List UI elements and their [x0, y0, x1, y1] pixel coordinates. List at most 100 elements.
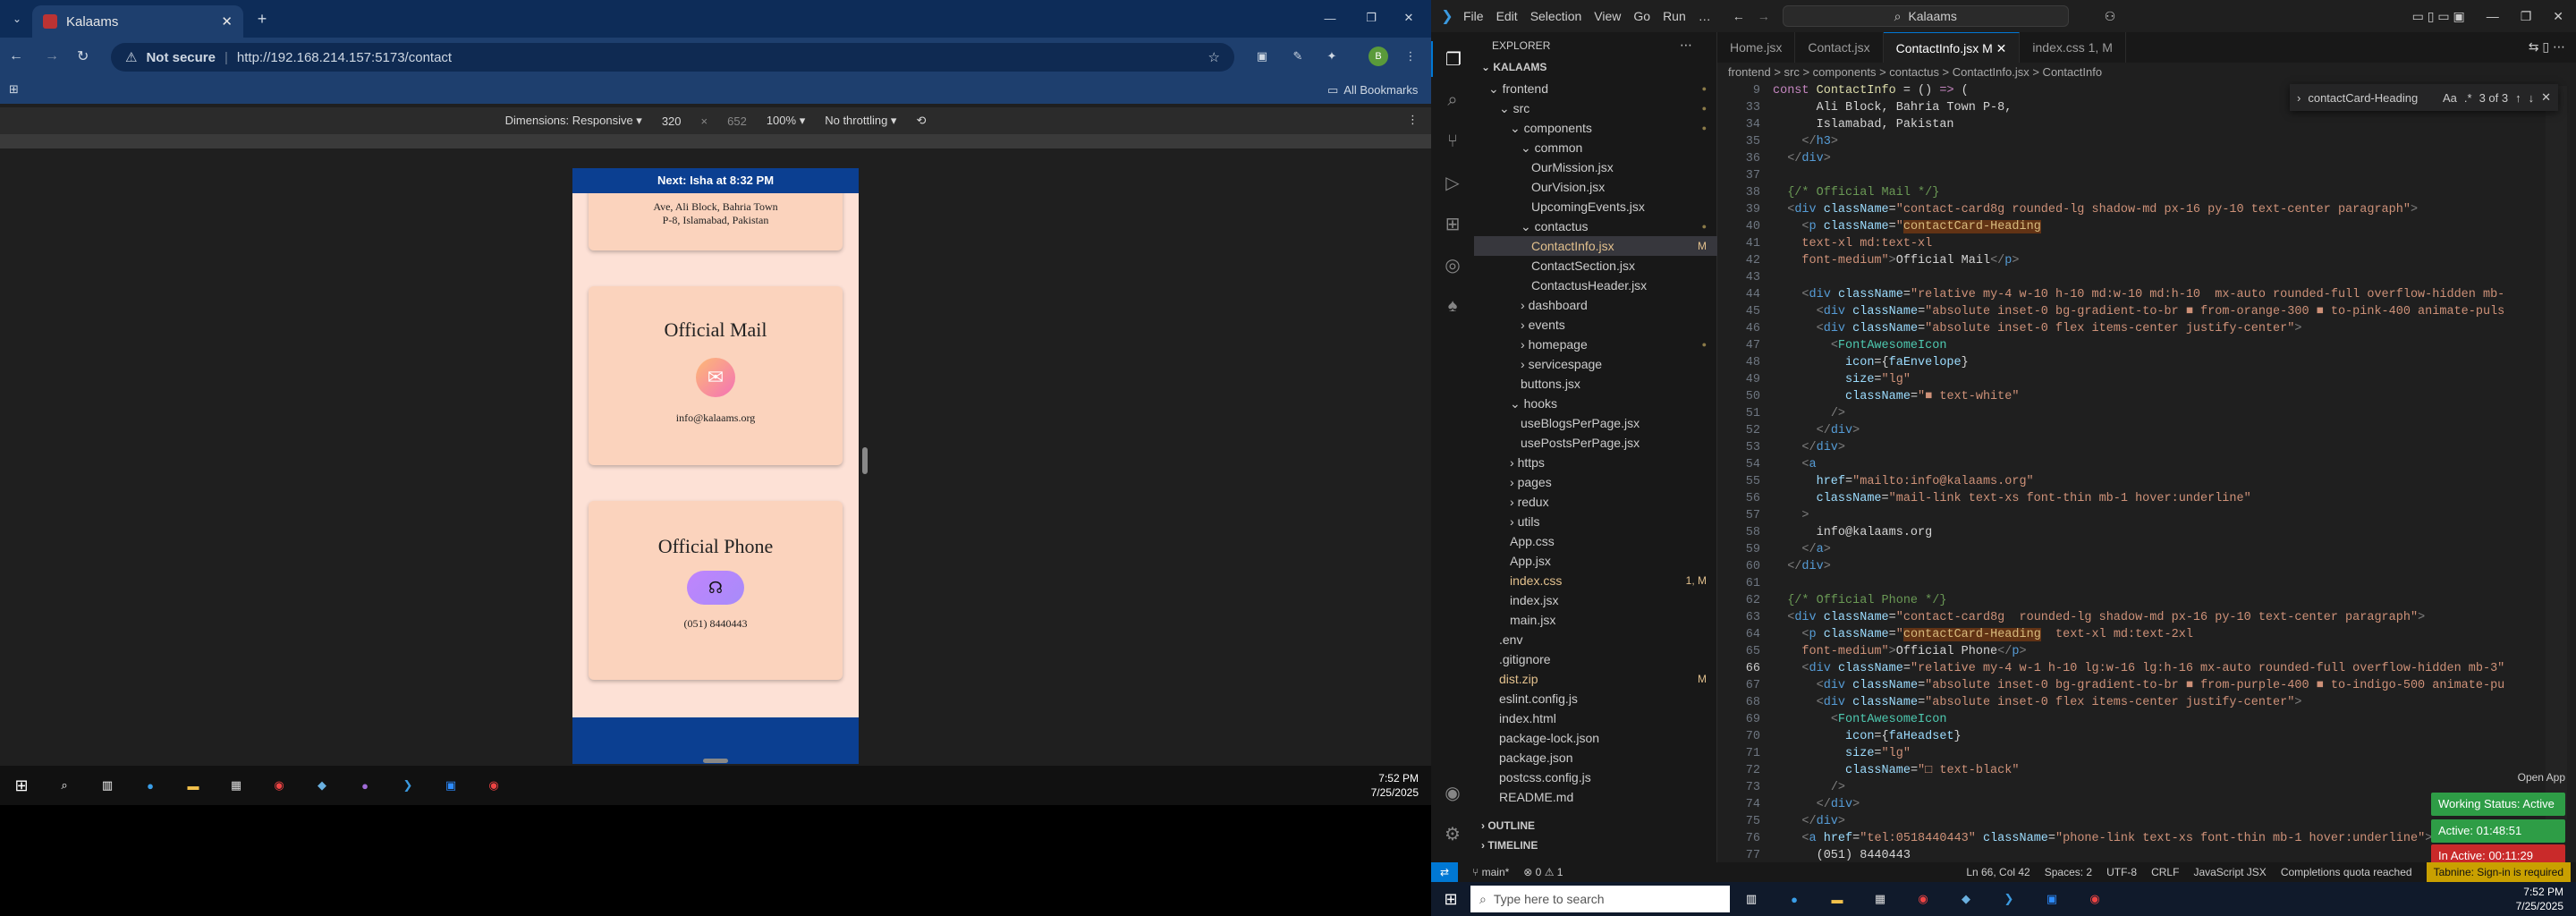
menu-6[interactable]: …	[1699, 9, 1711, 23]
app-icon[interactable]: ◆	[1945, 892, 1987, 906]
code-line[interactable]: <p className="contactCard-Heading	[1773, 220, 2041, 233]
tree-item[interactable]: › pages	[1474, 472, 1717, 492]
back-icon[interactable]: ←	[9, 48, 23, 64]
code-line[interactable]: <div className="absolute inset-0 flex it…	[1773, 696, 2302, 709]
branch-status[interactable]: ⑂ main*	[1472, 866, 1509, 878]
tree-item[interactable]: App.css	[1474, 531, 1717, 551]
account-icon[interactable]: ◉	[1431, 775, 1474, 810]
code-line[interactable]: <a	[1773, 458, 1816, 471]
app-icon[interactable]: ◆	[301, 778, 343, 793]
find-expand-icon[interactable]: ›	[2297, 91, 2301, 105]
explorer-icon[interactable]: ❐	[1431, 41, 1474, 77]
minimize-icon[interactable]: —	[1318, 7, 1342, 29]
tree-item[interactable]: .gitignore	[1474, 649, 1717, 669]
menu-5[interactable]: Run	[1663, 9, 1686, 23]
maximize-icon[interactable]: ❐	[1360, 7, 1383, 29]
close-tab-icon[interactable]: ✕	[221, 13, 233, 30]
reload-icon[interactable]: ↻	[77, 47, 89, 65]
code-line[interactable]: </div>	[1773, 798, 1860, 811]
menu-3[interactable]: View	[1594, 9, 1621, 23]
run-debug-icon[interactable]: ▷	[1431, 165, 1474, 200]
profile-avatar[interactable]: B	[1368, 47, 1388, 66]
address-bar[interactable]: ⚠ Not secure | http://192.168.214.157:51…	[111, 43, 1234, 72]
code-line[interactable]: <div className="relative my-4 w-10 h-10 …	[1773, 288, 2504, 301]
device-menu-icon[interactable]: ⋮	[1407, 113, 1419, 127]
zoom-icon[interactable]: ▣	[429, 778, 472, 793]
forward-icon[interactable]: →	[45, 48, 59, 64]
resize-handle-bottom[interactable]	[703, 759, 728, 763]
find-input[interactable]: contactCard-Heading	[2308, 91, 2436, 105]
tree-item[interactable]: index.html	[1474, 708, 1717, 728]
tree-item[interactable]: main.jsx	[1474, 610, 1717, 630]
code-line[interactable]: (051) 8440443	[1773, 849, 1911, 862]
find-close-icon[interactable]: ✕	[2541, 90, 2551, 105]
problems-status[interactable]: ⊗ 0 ⚠ 1	[1523, 866, 1563, 878]
tree-item[interactable]: App.jsx	[1474, 551, 1717, 571]
github-icon[interactable]: ●	[343, 779, 386, 793]
code-editor[interactable]: 9 const ContactInfo = () => (33 Ali Block…	[1717, 82, 2576, 862]
line-ending[interactable]: CRLF	[2151, 866, 2179, 878]
copilot-icon[interactable]: ⚇	[2105, 9, 2116, 24]
code-line[interactable]: >	[1773, 509, 1809, 522]
tree-item[interactable]: › https	[1474, 453, 1717, 472]
clock-right[interactable]: 7:52 PM 7/25/2025	[2516, 885, 2563, 913]
github-icon[interactable]: ◎	[1431, 247, 1474, 283]
tree-item[interactable]: README.md	[1474, 787, 1717, 807]
code-line[interactable]: <a href="tel:0518440443" className="phon…	[1773, 832, 2432, 845]
browser-tab[interactable]: Kalaams ✕	[32, 5, 243, 38]
dimensions-dropdown[interactable]: Dimensions: Responsive ▾	[505, 114, 642, 128]
height-input[interactable]: 652	[727, 114, 747, 128]
menu-1[interactable]: Edit	[1496, 9, 1518, 23]
tree-item[interactable]: › redux	[1474, 492, 1717, 512]
mail-link[interactable]: info@kalaams.org	[589, 411, 843, 425]
store-icon[interactable]: ▦	[215, 778, 258, 793]
code-line[interactable]: {/* Official Mail */}	[1773, 186, 1939, 199]
minimize-icon[interactable]: —	[2487, 9, 2499, 23]
code-line[interactable]: {/* Official Phone */}	[1773, 594, 1946, 607]
tree-item[interactable]: ContactSection.jsx	[1474, 256, 1717, 276]
code-line[interactable]: info@kalaams.org	[1773, 526, 1933, 539]
vscode-icon[interactable]: ❯	[386, 778, 429, 793]
code-line[interactable]: <FontAwesomeIcon	[1773, 339, 1947, 352]
tabnine-status[interactable]: Tabnine: Sign-in is required	[2426, 862, 2571, 882]
tree-item[interactable]: › servicespage	[1474, 354, 1717, 374]
code-line[interactable]: size="lg"	[1773, 747, 1911, 760]
command-center[interactable]: ⌕ Kalaams	[1782, 5, 2069, 27]
apps-grid-icon[interactable]: ⊞	[9, 82, 19, 97]
windows-start-icon[interactable]: ⊞	[0, 776, 43, 795]
timeline-section[interactable]: › TIMELINE	[1481, 839, 1538, 852]
close-window-icon[interactable]: ✕	[2553, 9, 2563, 24]
source-control-icon[interactable]: ⑂	[1431, 123, 1474, 159]
code-line[interactable]: Ali Block, Bahria Town P-8,	[1773, 101, 2012, 114]
code-line[interactable]: <div className="absolute inset-0 bg-grad…	[1773, 305, 2505, 318]
editor-tab[interactable]: ContactInfo.jsx M ✕	[1883, 32, 2021, 63]
tree-item[interactable]: › utils	[1474, 512, 1717, 531]
code-line[interactable]: icon={faHeadset}	[1773, 730, 1962, 743]
clock-left[interactable]: 7:52 PM 7/25/2025	[1371, 771, 1419, 800]
editor-tab[interactable]: Home.jsx	[1717, 32, 1796, 63]
bookmark-star-icon[interactable]: ☆	[1208, 49, 1220, 65]
find-next-icon[interactable]: ↓	[2529, 91, 2535, 105]
zoom-icon[interactable]: ▣	[2030, 892, 2073, 906]
tree-item[interactable]: ContactusHeader.jsx	[1474, 276, 1717, 295]
throttle-dropdown[interactable]: No throttling ▾	[825, 114, 896, 128]
resize-handle-right[interactable]	[862, 447, 868, 474]
code-line[interactable]: className="□ text-black"	[1773, 764, 2019, 777]
code-line[interactable]: font-medium">Official Phone</p>	[1773, 645, 2026, 658]
all-bookmarks[interactable]: ▭ All Bookmarks	[1327, 83, 1418, 98]
minimap[interactable]	[2546, 86, 2567, 819]
tree-item[interactable]: ContactInfo.jsx M	[1474, 236, 1717, 256]
code-line[interactable]: <div className="contact-card8g rounded-l…	[1773, 203, 2418, 216]
maximize-icon[interactable]: ❐	[2521, 9, 2532, 24]
task-view-icon[interactable]: ▥	[86, 778, 129, 793]
code-line[interactable]: className="■ text-white"	[1773, 390, 2019, 403]
tree-item[interactable]: package-lock.json	[1474, 728, 1717, 748]
tree-item[interactable]: ⌄ hooks	[1474, 394, 1717, 413]
tree-item[interactable]: ⌄ components ●	[1474, 118, 1717, 138]
search-icon[interactable]: ⌕	[43, 778, 86, 793]
code-line[interactable]: className="mail-link text-xs font-thin m…	[1773, 492, 2251, 505]
menu-4[interactable]: Go	[1633, 9, 1650, 23]
tree-item[interactable]: index.css 1, M	[1474, 571, 1717, 590]
tree-item[interactable]: eslint.config.js	[1474, 689, 1717, 708]
task-view-icon[interactable]: ▥	[1730, 892, 1773, 906]
